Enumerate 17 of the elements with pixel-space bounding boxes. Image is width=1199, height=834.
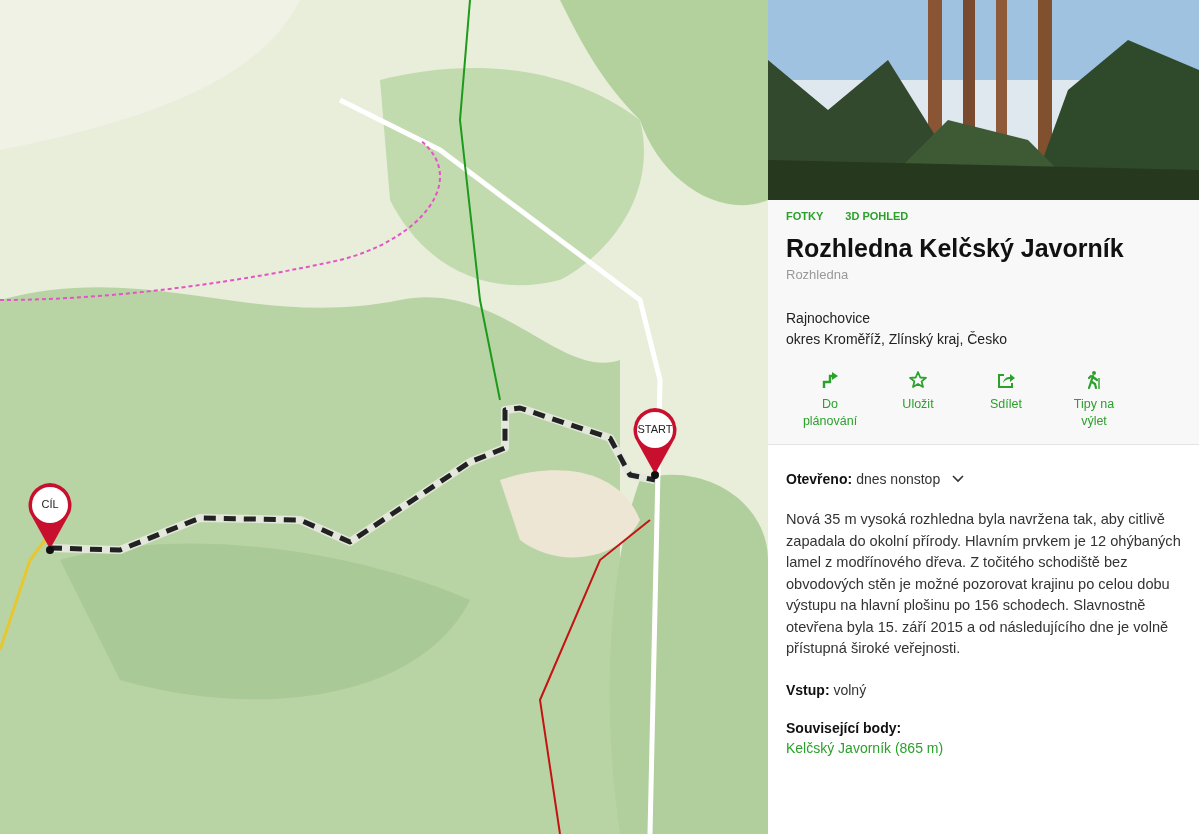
opening-hours-dropdown[interactable]: Otevřeno: dnes nonstop: [786, 471, 965, 487]
action-button[interactable]: Sdílet: [962, 370, 1050, 430]
panel-tab[interactable]: 3D POHLED: [845, 210, 909, 222]
place-category: Rozhledna: [786, 267, 850, 282]
action-button[interactable]: Uložit: [874, 370, 962, 430]
related-heading: Související body:: [786, 719, 903, 736]
description-text: Nová 35 m vysoká rozhledna byla navržena tak, aby citlivě zapadala do okolní přírody. Hlavním prvkem je 12 ohýbaných lamel z modřínového dřeva. Z točitého schodiště bez obvodových stěn je možné pozorovat krajinu po celou dobu výstupu na hlavní plošinu po 156 schodech. Slavnostně otevřena byla 15. září 2015 a od následujícího dne je volně přístupná široké veřejnosti.: [786, 510, 1181, 658]
action-button[interactable]: Do plánování: [786, 370, 874, 430]
address-line: okres Kroměříž, Zlínský kraj, Česko: [786, 330, 1008, 349]
route-arrow-icon: [820, 370, 840, 390]
related-link[interactable]: Kelčský Javorník (865 m): [786, 739, 944, 756]
place-title: Rozhledna Kelčský Javorník: [786, 234, 1125, 263]
action-button[interactable]: Tipy na výlet: [1050, 370, 1138, 430]
address-line: Rajnochovice: [786, 309, 872, 328]
entry-info: Vstup: volný: [786, 681, 868, 698]
star-icon: [908, 370, 928, 390]
panel-tab[interactable]: FOTKY: [786, 210, 824, 222]
